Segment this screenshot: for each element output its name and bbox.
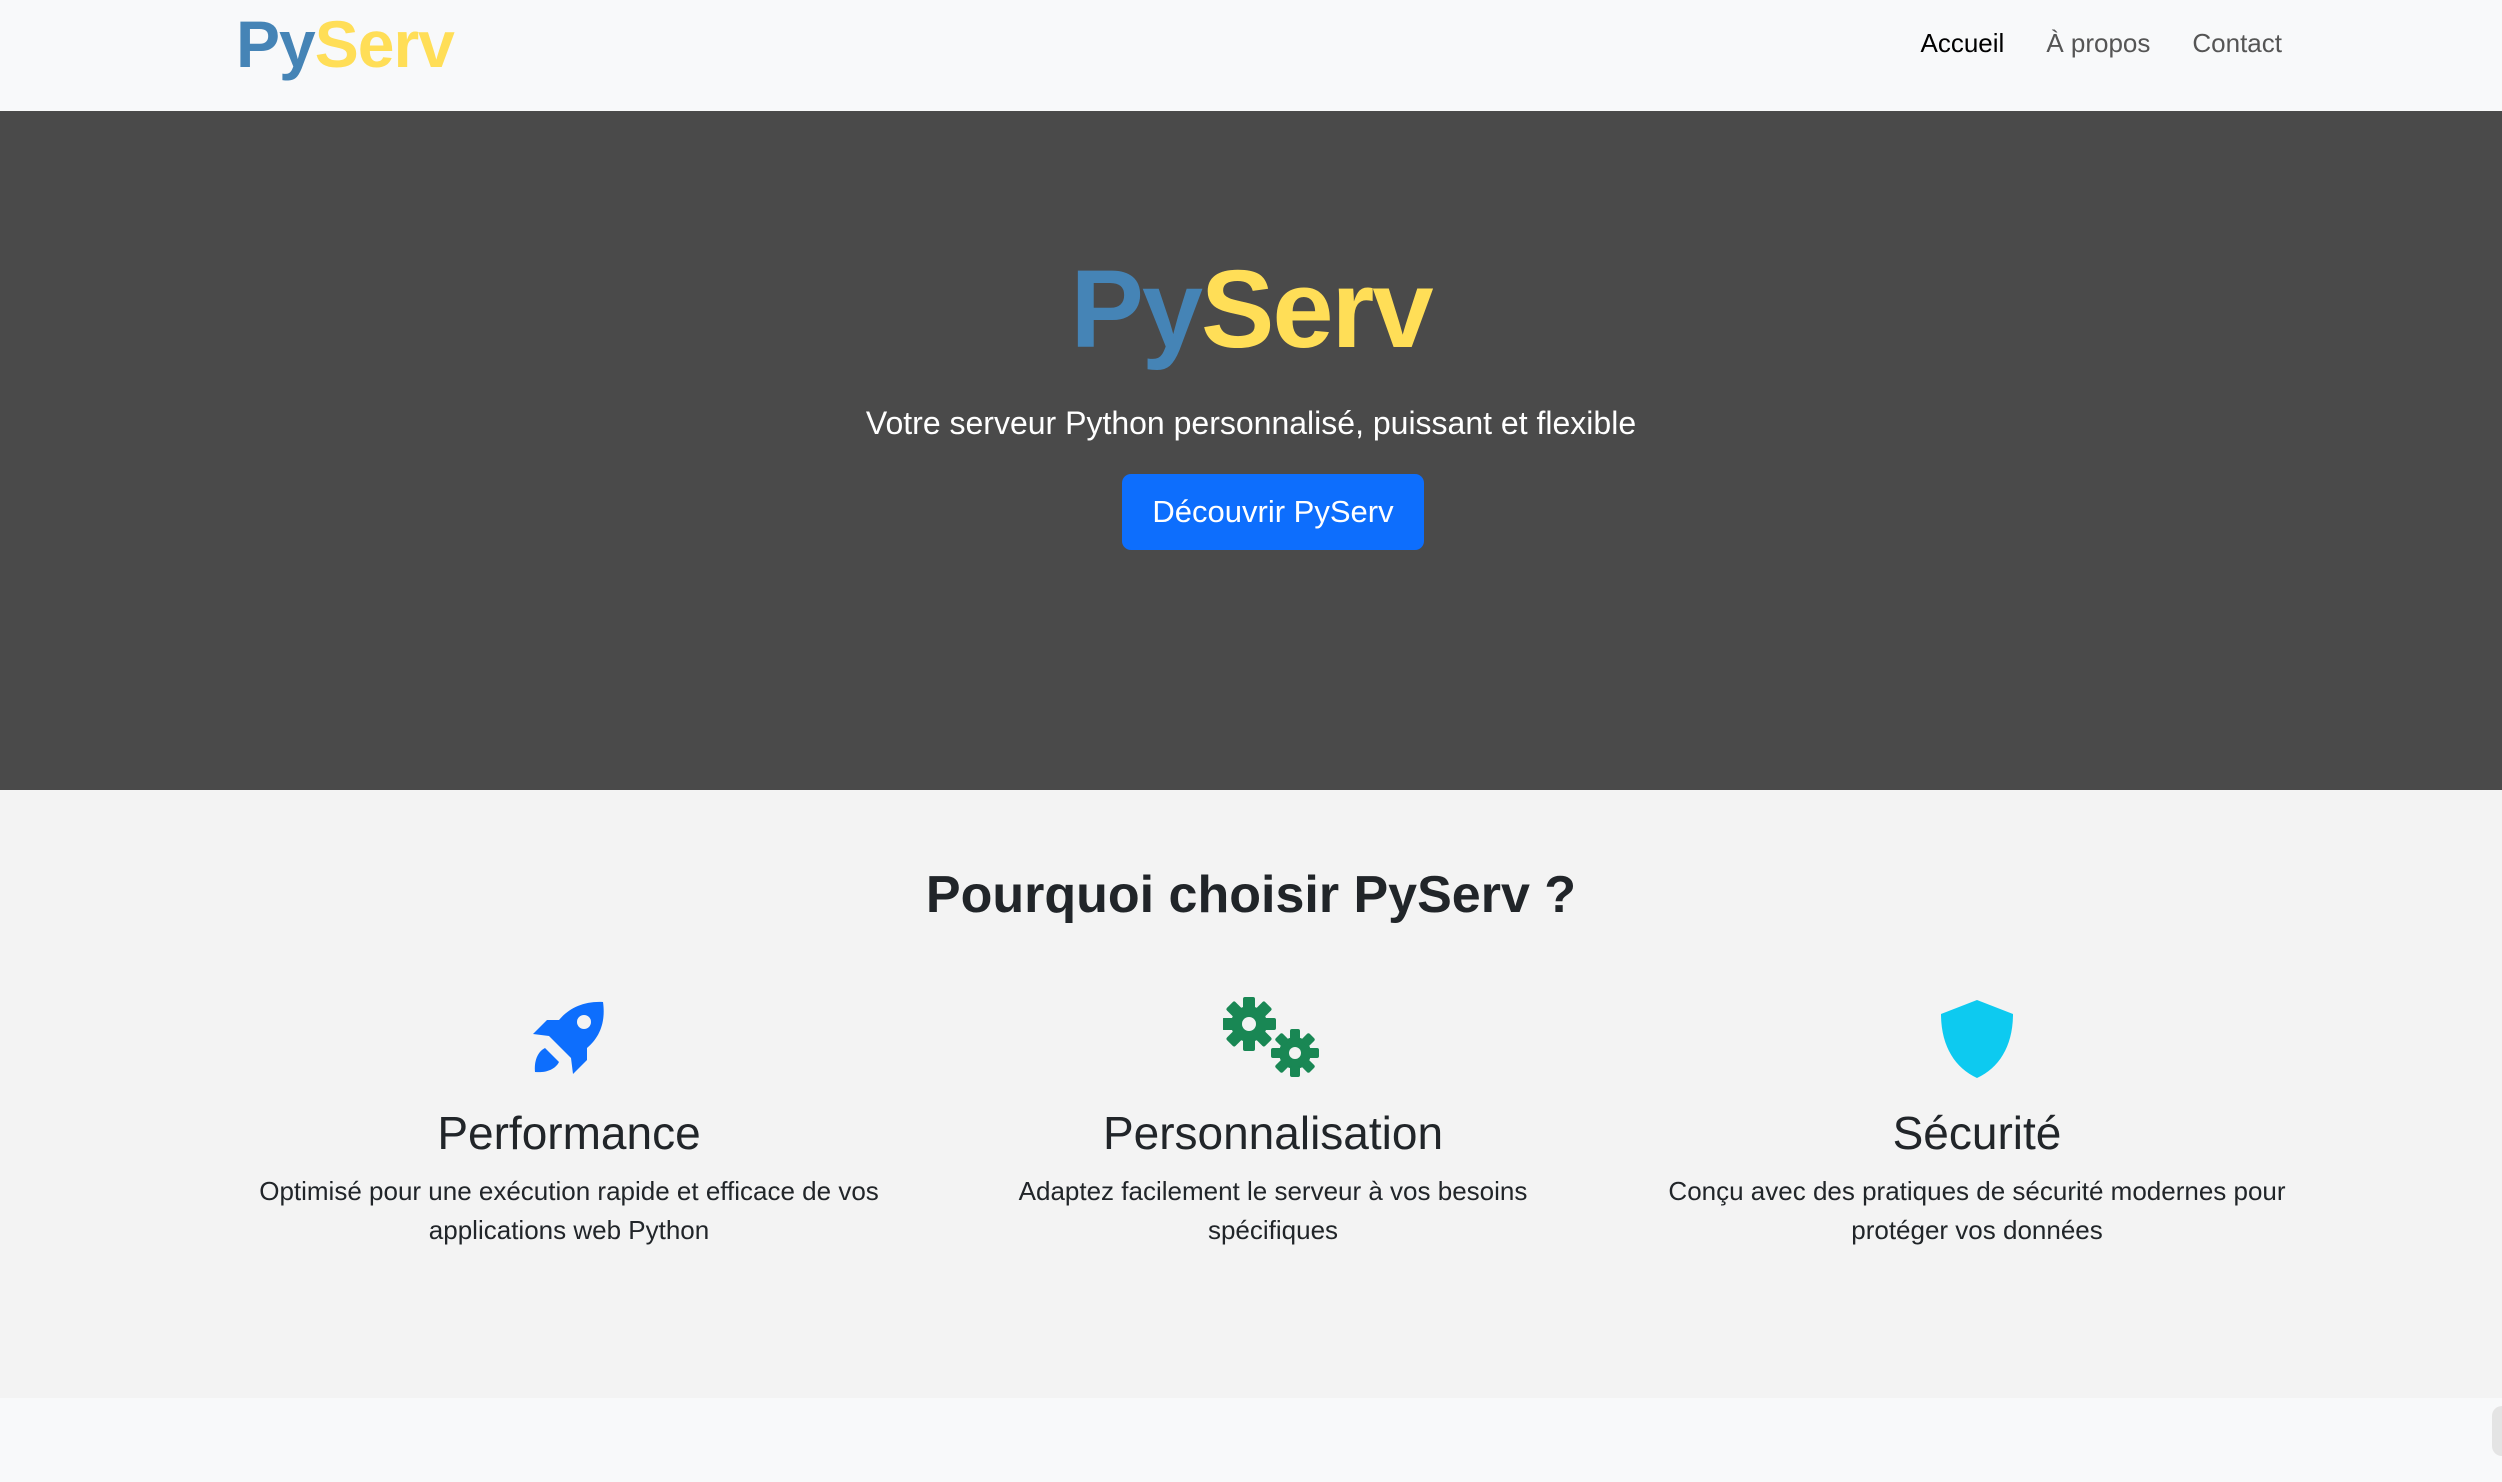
navbar: PyServ Accueil À propos Contact (0, 0, 2502, 111)
feature-title-performance: Performance (437, 1107, 701, 1159)
features-title: Pourquoi choisir PyServ ? (925, 866, 1577, 924)
rocket-icon (533, 1001, 604, 1074)
hero-title: PyServ (0, 245, 2502, 375)
hero-subtitle: Votre serveur Python personnalisé, puiss… (865, 405, 1637, 441)
discover-button[interactable]: Découvrir PyServ (1122, 474, 1424, 550)
brand-logo[interactable]: PyServ (236, 6, 455, 82)
gears-icon (1223, 997, 1319, 1077)
nav-link-accueil[interactable]: Accueil (1920, 28, 2004, 59)
hero-title-serv: Serv (1201, 248, 1434, 371)
feature-text-performance: Optimisé pour une exécution rapide et ef… (259, 1176, 879, 1245)
feature-text-personnalisation: Adaptez facilement le serveur à vos beso… (1018, 1176, 1528, 1245)
features-section: Pourquoi choisir PyServ ? Performance Op… (0, 790, 2502, 1398)
feature-title-personnalisation: Personnalisation (1102, 1107, 1444, 1159)
shield-icon (1941, 1000, 2013, 1078)
feature-text-securite: Conçu avec des pratiques de sécurité mod… (1668, 1176, 2286, 1245)
hero-title-py: Py (1070, 248, 1203, 371)
brand-py: Py (236, 7, 316, 81)
scroll-handle[interactable] (2492, 1406, 2502, 1456)
nav-link-contact[interactable]: Contact (2192, 28, 2282, 59)
feature-title-securite: Sécurité (1892, 1107, 2062, 1159)
hero-section: PyServ Votre serveur Python personnalisé… (0, 111, 2502, 790)
nav-link-a-propos[interactable]: À propos (2046, 28, 2150, 59)
nav-links: Accueil À propos Contact (1920, 0, 2282, 86)
brand-serv: Serv (314, 7, 455, 81)
